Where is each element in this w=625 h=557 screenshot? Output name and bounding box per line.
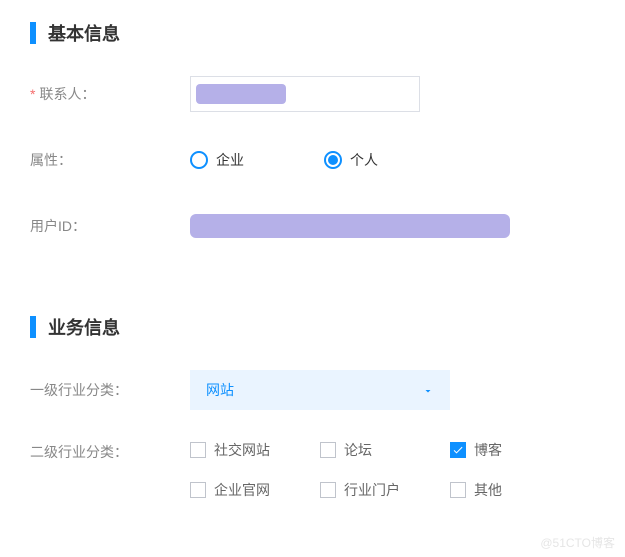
checkbox-social-label: 社交网站 [214, 440, 270, 460]
business-info-header: 业务信息 [30, 314, 595, 340]
checkbox-forum[interactable]: 论坛 [320, 440, 450, 460]
radio-circle-selected-icon [324, 151, 342, 169]
primary-category-dropdown[interactable]: 网站 [190, 370, 450, 410]
radio-enterprise-label: 企业 [216, 150, 244, 170]
checkbox-box-icon [320, 482, 336, 498]
primary-category-row: 一级行业分类： 网站 [30, 370, 595, 410]
redacted-content [196, 84, 286, 104]
checkbox-official[interactable]: 企业官网 [190, 480, 320, 500]
checkbox-other[interactable]: 其他 [450, 480, 580, 500]
contact-input[interactable] [190, 76, 420, 112]
userid-value-redacted [190, 214, 510, 238]
checkbox-box-checked-icon [450, 442, 466, 458]
chevron-down-icon [422, 384, 434, 396]
section-bar-icon [30, 22, 36, 44]
userid-row: 用户ID： [30, 208, 595, 244]
checkbox-portal[interactable]: 行业门户 [320, 480, 450, 500]
required-mark: * [30, 86, 35, 102]
attribute-label: 属性： [30, 150, 190, 170]
secondary-category-checkboxes: 社交网站 论坛 博客 企业官网 [190, 440, 580, 500]
secondary-category-row: 二级行业分类： 社交网站 论坛 博客 [30, 440, 595, 500]
checkbox-portal-label: 行业门户 [344, 480, 400, 500]
radio-personal-label: 个人 [350, 150, 378, 170]
dropdown-value: 网站 [206, 380, 234, 400]
basic-info-header: 基本信息 [30, 20, 595, 46]
checkbox-official-label: 企业官网 [214, 480, 270, 500]
checkbox-box-icon [320, 442, 336, 458]
contact-label: * 联系人： [30, 84, 190, 104]
checkbox-other-label: 其他 [474, 480, 502, 500]
radio-circle-icon [190, 151, 208, 169]
checkbox-box-icon [450, 482, 466, 498]
business-info-title: 业务信息 [48, 314, 120, 340]
watermark: @51CTO博客 [540, 534, 615, 551]
basic-info-title: 基本信息 [48, 20, 120, 46]
checkbox-social[interactable]: 社交网站 [190, 440, 320, 460]
secondary-category-label: 二级行业分类： [30, 440, 190, 462]
radio-enterprise[interactable]: 企业 [190, 150, 244, 170]
checkbox-forum-label: 论坛 [344, 440, 372, 460]
radio-personal[interactable]: 个人 [324, 150, 378, 170]
attribute-row: 属性： 企业 个人 [30, 142, 595, 178]
userid-label: 用户ID： [30, 216, 190, 236]
contact-row: * 联系人： [30, 76, 595, 112]
section-bar-icon [30, 316, 36, 338]
primary-category-label: 一级行业分类： [30, 380, 190, 400]
checkbox-box-icon [190, 442, 206, 458]
checkbox-box-icon [190, 482, 206, 498]
attribute-radio-group: 企业 个人 [190, 150, 378, 170]
checkbox-blog[interactable]: 博客 [450, 440, 580, 460]
checkbox-blog-label: 博客 [474, 440, 502, 460]
